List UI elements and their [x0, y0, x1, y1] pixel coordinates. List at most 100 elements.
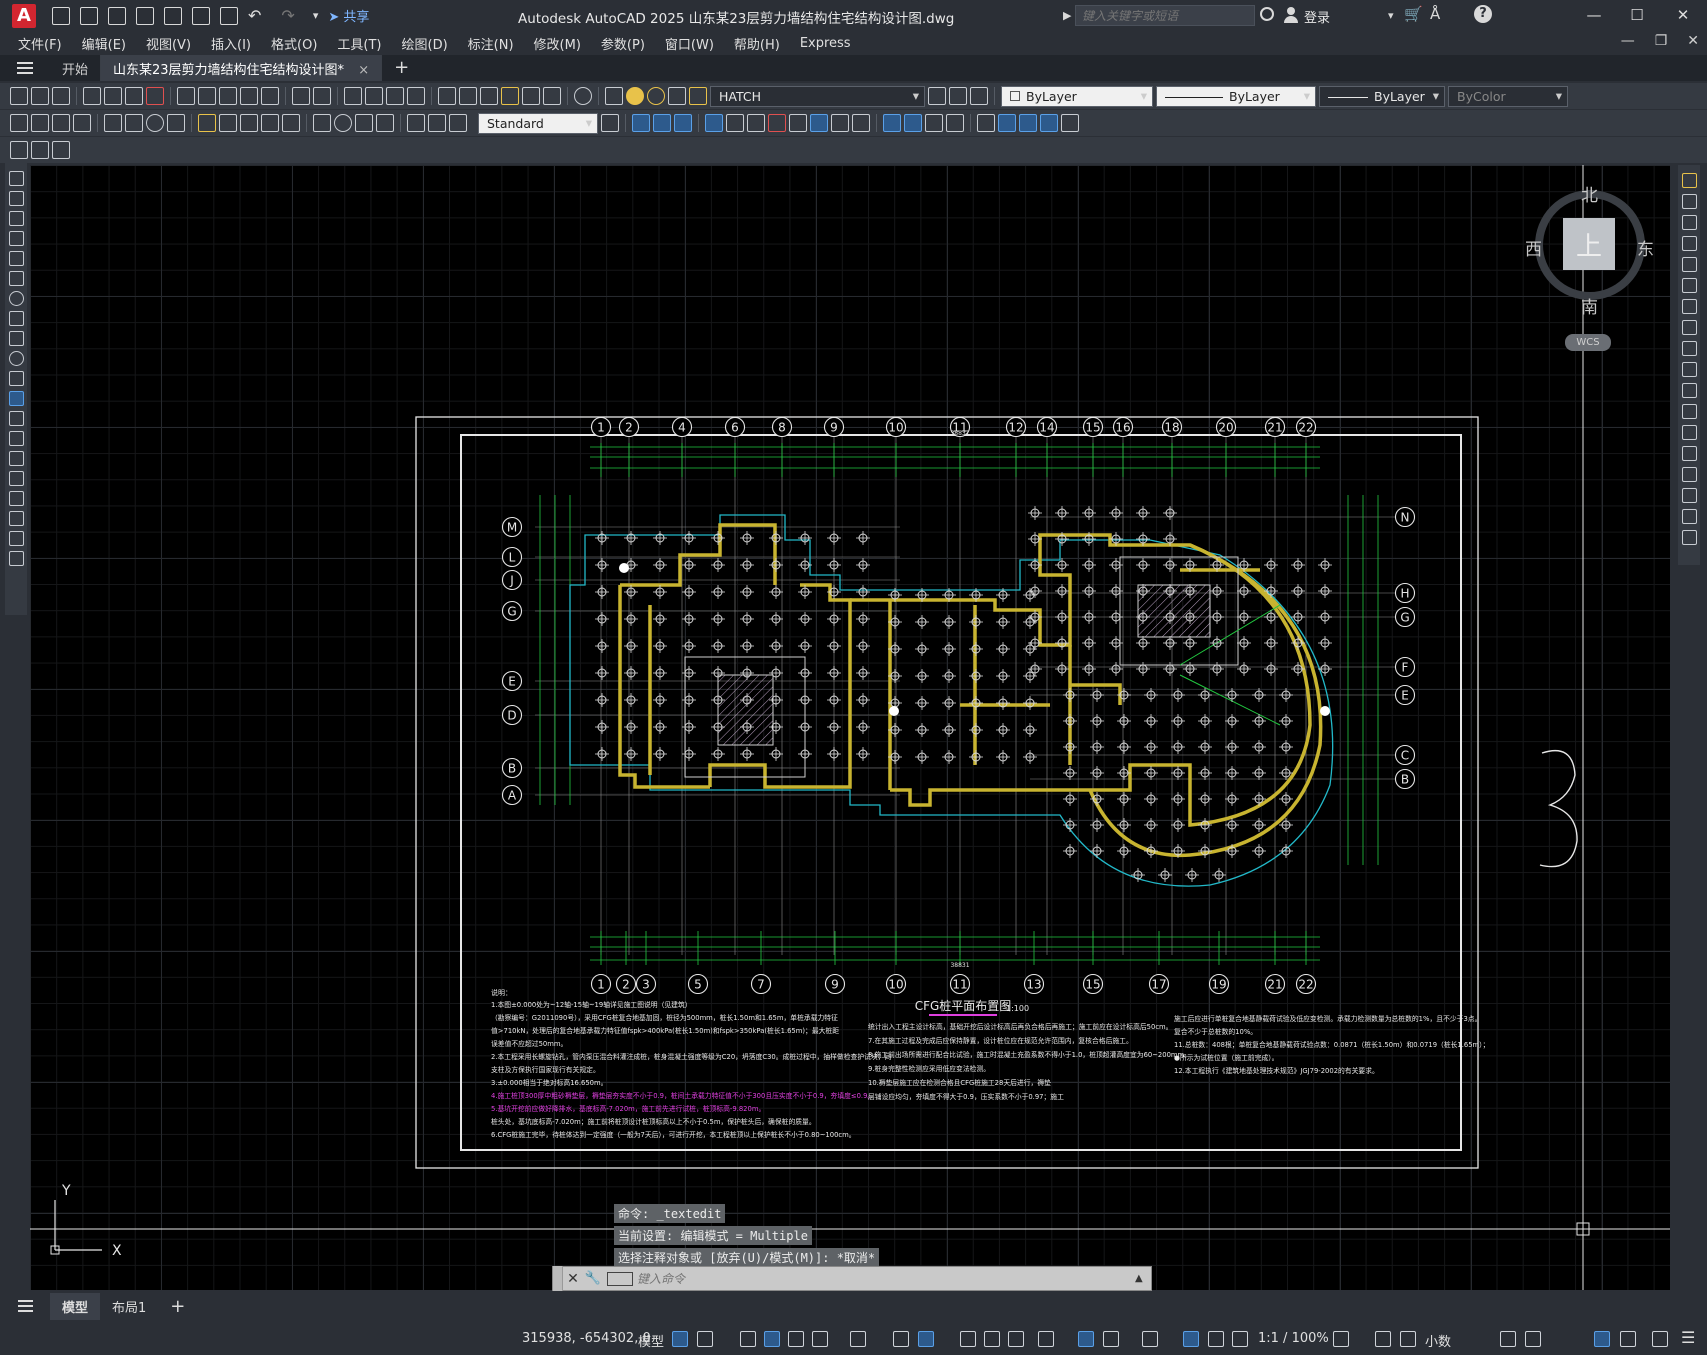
ucs-icon[interactable]	[632, 114, 650, 132]
menu-express[interactable]: Express	[800, 36, 851, 51]
add-selected-icon[interactable]	[8, 551, 24, 566]
ucs-zaxis-icon[interactable]	[789, 114, 807, 132]
gizmo-icon[interactable]	[1142, 1331, 1158, 1347]
dimension-edit-icon[interactable]	[407, 114, 425, 132]
ucs-object-icon[interactable]	[726, 114, 744, 132]
properties-icon[interactable]	[438, 87, 456, 105]
center-mark-icon[interactable]	[334, 114, 352, 132]
clean-screen-icon[interactable]	[1652, 1331, 1668, 1347]
login-link[interactable]: 登录	[1304, 7, 1330, 26]
break-icon[interactable]	[1681, 425, 1697, 440]
compass-west[interactable]: 西	[1525, 235, 1542, 260]
copy-object-icon[interactable]	[1681, 194, 1697, 209]
array-icon[interactable]	[1681, 257, 1697, 272]
coordinates-readout[interactable]: 315938, -654302, 0	[522, 1331, 651, 1346]
login-dropdown-icon[interactable]: ▾	[1388, 9, 1394, 22]
wrench-icon[interactable]: 🔧	[583, 1271, 603, 1286]
stretch-icon[interactable]	[1681, 341, 1697, 356]
ucs-view-icon[interactable]	[747, 114, 765, 132]
view-top-icon[interactable]	[883, 114, 901, 132]
open-icon[interactable]	[31, 87, 49, 105]
block-editor-icon[interactable]	[261, 87, 279, 105]
ucs-3point-icon[interactable]	[810, 114, 828, 132]
jogged-linear-icon[interactable]	[376, 114, 394, 132]
viewcube-top-face[interactable]: 上	[1563, 218, 1615, 270]
view-left-icon[interactable]	[925, 114, 943, 132]
close-tab-icon[interactable]: ×	[358, 63, 369, 78]
app-menu-button[interactable]: A	[12, 3, 36, 28]
tab-layout1[interactable]: 布局1	[100, 1293, 158, 1320]
inspection-icon[interactable]	[355, 114, 373, 132]
menu-insert[interactable]: 插入(I)	[211, 34, 251, 53]
search-input[interactable]	[1075, 5, 1255, 26]
units-icon[interactable]	[1400, 1331, 1416, 1347]
spline-icon[interactable]	[8, 331, 24, 346]
workspace-dropdown-icon[interactable]: ▾	[313, 9, 319, 22]
infer-constraints-icon[interactable]	[740, 1331, 756, 1347]
save-web-icon[interactable]	[192, 6, 210, 25]
menu-tools[interactable]: 工具(T)	[337, 34, 381, 53]
ucs-x-icon[interactable]	[831, 114, 849, 132]
blend-curves-icon[interactable]	[1681, 509, 1697, 524]
pan-icon[interactable]	[344, 87, 362, 105]
break-at-point-icon[interactable]	[1681, 404, 1697, 419]
revision-cloud-icon[interactable]	[8, 311, 24, 326]
doc-close-button[interactable]: ✕	[1687, 33, 1699, 49]
compass-east[interactable]: 东	[1637, 235, 1654, 260]
auto-scale-icon[interactable]	[1208, 1331, 1224, 1347]
transparency-icon[interactable]	[984, 1331, 1000, 1347]
scale-icon[interactable]	[1681, 320, 1697, 335]
attribute-edit-icon[interactable]	[31, 141, 49, 159]
menu-edit[interactable]: 编辑(E)	[82, 34, 126, 53]
construction-line-icon[interactable]	[8, 191, 24, 206]
erase-icon[interactable]	[1681, 173, 1697, 188]
plotstyle-dropdown[interactable]: ByColor	[1448, 85, 1568, 107]
menu-help[interactable]: 帮助(H)	[734, 34, 780, 53]
view-iso-icon[interactable]	[1019, 114, 1037, 132]
autodesk-app-icon[interactable]: Å	[1430, 5, 1440, 23]
maximize-button[interactable]: ☐	[1622, 4, 1652, 26]
extend-icon[interactable]	[1681, 383, 1697, 398]
match-properties-icon[interactable]	[240, 87, 258, 105]
lineweight-icon[interactable]	[960, 1331, 976, 1347]
calculator-icon[interactable]	[543, 87, 561, 105]
linear-dimension-icon[interactable]	[10, 114, 28, 132]
ortho-icon[interactable]	[788, 1331, 804, 1347]
menu-format[interactable]: 格式(O)	[271, 34, 317, 53]
ucs-y-icon[interactable]	[852, 114, 870, 132]
layer-dropdown[interactable]: HATCH	[710, 85, 925, 107]
make-current-layer-icon[interactable]	[928, 87, 946, 105]
tab-start[interactable]: 开始	[50, 55, 102, 81]
layout-menu-icon[interactable]	[0, 1300, 50, 1312]
radius-dimension-icon[interactable]	[104, 114, 122, 132]
open-web-icon[interactable]	[164, 6, 182, 25]
new-tab-button[interactable]: +	[382, 55, 421, 81]
open-file-icon[interactable]	[80, 6, 98, 25]
diameter-dimension-icon[interactable]	[146, 114, 164, 132]
polyline-icon[interactable]	[8, 211, 24, 226]
line-icon[interactable]	[8, 171, 24, 186]
trim-icon[interactable]	[1681, 362, 1697, 377]
compass-north[interactable]: 北	[1581, 181, 1598, 206]
dimension-space-icon[interactable]	[261, 114, 279, 132]
grid-icon[interactable]	[672, 1331, 688, 1347]
ucs-origin-icon[interactable]	[768, 114, 786, 132]
file-tabs-menu-icon[interactable]	[0, 55, 50, 81]
copy-icon[interactable]	[198, 87, 216, 105]
arc-length-icon[interactable]	[52, 114, 70, 132]
menu-file[interactable]: 文件(F)	[18, 34, 62, 53]
doc-minimize-button[interactable]: —	[1621, 33, 1635, 49]
ucs-previous-icon[interactable]	[674, 114, 692, 132]
command-line-grip[interactable]	[553, 1266, 563, 1291]
join-icon[interactable]	[1681, 446, 1697, 461]
dynamic-ucs-icon[interactable]	[1078, 1331, 1094, 1347]
ordinate-dimension-icon[interactable]	[73, 114, 91, 132]
annotation-monitor-icon[interactable]	[1375, 1331, 1391, 1347]
layer-viewport-icon[interactable]	[668, 87, 686, 105]
dimension-style-icon[interactable]	[601, 114, 619, 132]
help-icon[interactable]: ?	[1474, 5, 1492, 23]
lock-ui-icon[interactable]	[1525, 1331, 1541, 1347]
arc-icon[interactable]	[8, 271, 24, 286]
layer-on-icon[interactable]	[626, 87, 644, 105]
ucs-world-icon[interactable]	[653, 114, 671, 132]
